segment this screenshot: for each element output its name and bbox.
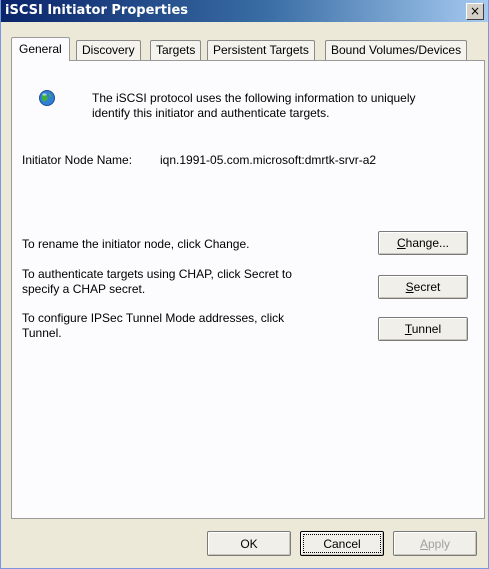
title-bar[interactable]: iSCSI Initiator Properties × [1, 0, 488, 22]
apply-button-label: pply [428, 536, 451, 551]
apply-button-mnemonic: A [419, 536, 428, 551]
secret-button[interactable]: Secret [378, 275, 468, 299]
chap-instructions-line1: To authenticate targets using CHAP, clic… [22, 267, 292, 281]
tunnel-button[interactable]: Tunnel [378, 317, 468, 341]
ipsec-instructions-line1: To configure IPSec Tunnel Mode addresses… [22, 311, 285, 325]
apply-button[interactable]: Apply [393, 531, 477, 556]
chap-instructions-line2: specify a CHAP secret. [22, 282, 146, 296]
tab-targets[interactable]: Targets [150, 40, 202, 60]
window-title: iSCSI Initiator Properties [5, 3, 189, 18]
iscsi-globe-icon [39, 90, 55, 106]
change-button-mnemonic: C [396, 236, 406, 250]
change-button[interactable]: Change... [378, 231, 468, 255]
node-name-value: iqn.1991-05.com.microsoft:dmrtk-srvr-a2 [160, 153, 377, 167]
close-button[interactable]: × [466, 3, 484, 20]
tunnel-button-mnemonic: T [404, 322, 412, 336]
tab-persistent-targets[interactable]: Persistent Targets [207, 40, 315, 60]
general-tab-panel: The iSCSI protocol uses the following in… [11, 60, 485, 519]
secret-button-mnemonic: S [405, 280, 414, 294]
tab-bar: General Discovery Targets Persistent Tar… [11, 37, 486, 61]
tab-general[interactable]: General [11, 37, 70, 61]
ipsec-instructions-line2: Tunnel. [22, 326, 62, 340]
tab-discovery[interactable]: Discovery [76, 40, 141, 60]
secret-button-label: ecret [413, 280, 441, 294]
tab-bound-volumes-devices[interactable]: Bound Volumes/Devices [325, 40, 468, 60]
ok-button[interactable]: OK [207, 531, 291, 556]
change-button-label: hange... [405, 236, 450, 250]
tunnel-button-label: unnel [411, 322, 442, 336]
intro-text-line1: The iSCSI protocol uses the following in… [92, 91, 416, 105]
node-name-label: Initiator Node Name: [22, 153, 133, 167]
intro-text-line2: identify this initiator and authenticate… [92, 106, 330, 120]
rename-instructions: To rename the initiator node, click Chan… [22, 237, 250, 251]
cancel-button[interactable]: Cancel [300, 531, 384, 556]
iscsi-properties-dialog: iSCSI Initiator Properties × General Dis… [0, 0, 489, 569]
